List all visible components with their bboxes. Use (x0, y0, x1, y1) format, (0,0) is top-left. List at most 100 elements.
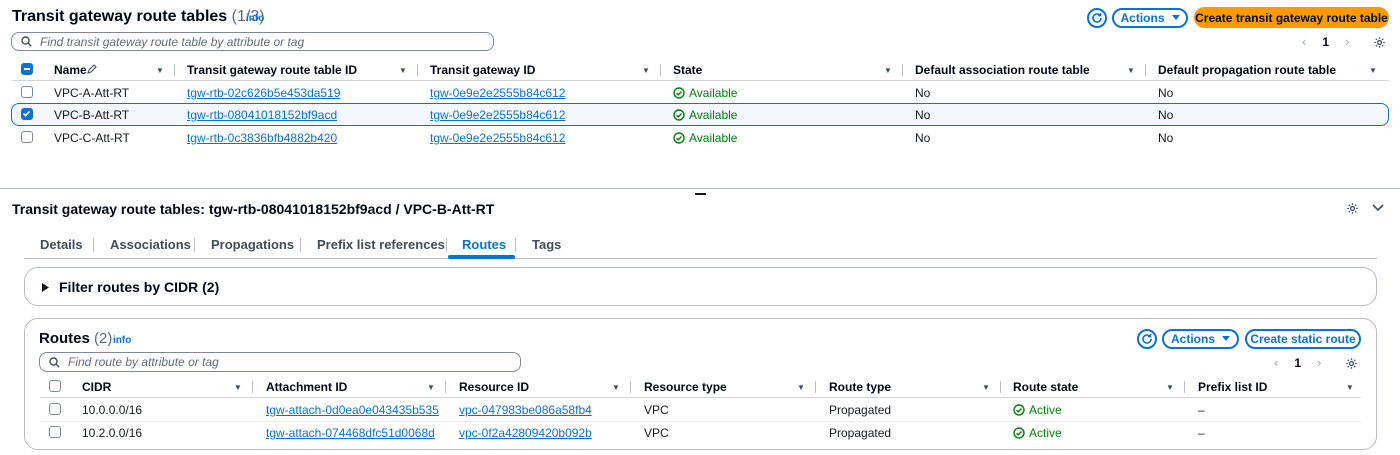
col-attachment-id[interactable]: Attachment ID (266, 380, 347, 394)
tgw-id-link[interactable]: tgw-0e9e2e2555b84c612 (430, 108, 565, 122)
sort-caret-icon[interactable]: ▼ (982, 383, 990, 392)
page-title-text: Transit gateway route tables (12, 8, 228, 25)
rt-id-link[interactable]: tgw-rtb-02c626b5e453da519 (187, 86, 340, 100)
chevron-down-icon[interactable] (1372, 204, 1384, 212)
tab-prefix-list-references[interactable]: Prefix list references (317, 237, 445, 252)
sort-caret-icon[interactable]: ▼ (399, 66, 407, 75)
page-title: Transit gateway route tables (1/3) (12, 8, 265, 26)
select-all-checkbox[interactable] (49, 380, 61, 392)
col-tgw-id[interactable]: Transit gateway ID (430, 63, 535, 77)
status-badge: Available (673, 86, 737, 100)
sort-caret-icon[interactable]: ▼ (612, 383, 620, 392)
row-checkbox[interactable] (21, 131, 33, 143)
prev-page-icon[interactable]: ‹ (1302, 34, 1306, 49)
status-text: Active (1029, 426, 1062, 440)
route-type-value: Propagated (829, 403, 892, 417)
assoc-value: No (915, 108, 931, 122)
sort-caret-icon[interactable]: ▼ (1346, 383, 1354, 392)
info-link[interactable]: info (113, 335, 131, 346)
table-row-name: VPC-B-Att-RT (54, 108, 130, 122)
col-route-state[interactable]: Route state (1013, 380, 1078, 394)
detail-title: Transit gateway route tables: tgw-rtb-08… (12, 201, 495, 217)
sort-caret-icon[interactable]: ▼ (884, 66, 892, 75)
actions-dropdown[interactable]: Actions (1112, 8, 1188, 28)
routes-title-text: Routes (39, 330, 90, 347)
tab-associations[interactable]: Associations (110, 237, 191, 252)
create-route-table-button[interactable]: Create transit gateway route table (1194, 7, 1389, 28)
caret-down-icon (1222, 336, 1230, 341)
col-state[interactable]: State (673, 63, 702, 77)
prefix-value: – (1198, 403, 1205, 417)
rt-id-link[interactable]: tgw-rtb-0c3836bfb4882b420 (187, 131, 337, 145)
actions-label: Actions (1120, 11, 1165, 25)
tgw-id-link[interactable]: tgw-0e9e2e2555b84c612 (430, 86, 565, 100)
resource-link[interactable]: vpc-0f2a42809420b092b (459, 426, 592, 440)
search-input[interactable]: Find transit gateway route table by attr… (11, 32, 494, 51)
attachment-link[interactable]: tgw-attach-074468dfc51d0068d (266, 426, 435, 440)
split-divider[interactable] (0, 188, 1400, 189)
col-resource-type[interactable]: Resource type (644, 380, 727, 394)
row-checkbox[interactable] (49, 403, 61, 415)
refresh-icon (1142, 334, 1152, 344)
col-rt-id[interactable]: Transit gateway route table ID (187, 63, 357, 77)
actions-dropdown[interactable]: Actions (1162, 329, 1239, 349)
route-type-value: Propagated (829, 426, 892, 440)
sort-caret-icon[interactable]: ▼ (797, 383, 805, 392)
col-default-prop[interactable]: Default propagation route table (1158, 63, 1336, 77)
page-number[interactable]: 1 (1322, 35, 1329, 49)
create-static-route-button[interactable]: Create static route (1245, 329, 1361, 349)
resource-link[interactable]: vpc-047983be086a58fb4 (459, 403, 592, 417)
select-all-checkbox[interactable] (21, 63, 33, 75)
tab-routes[interactable]: Routes (462, 237, 506, 252)
edit-icon (87, 64, 97, 74)
info-link[interactable]: info (246, 13, 264, 24)
drag-handle-icon[interactable] (695, 193, 706, 195)
row-checkbox[interactable] (21, 108, 33, 120)
table-row-name: VPC-A-Att-RT (54, 86, 130, 100)
sort-caret-icon[interactable]: ▼ (1166, 383, 1174, 392)
row-checkbox[interactable] (49, 426, 61, 438)
next-page-icon[interactable]: › (1317, 355, 1321, 370)
settings-icon[interactable] (1345, 357, 1358, 370)
sort-caret-icon[interactable]: ▼ (642, 66, 650, 75)
check-icon (22, 110, 31, 117)
pagination: ‹ 1 › (1302, 34, 1349, 49)
sort-caret-icon[interactable]: ▼ (1369, 66, 1377, 75)
tab-details[interactable]: Details (40, 237, 83, 252)
col-default-assoc[interactable]: Default association route table (915, 63, 1090, 77)
sort-caret-icon[interactable]: ▼ (1127, 66, 1135, 75)
route-search-input[interactable]: Find route by attribute or tag (39, 352, 521, 372)
settings-icon[interactable] (1373, 36, 1386, 49)
tgw-id-link[interactable]: tgw-0e9e2e2555b84c612 (430, 131, 565, 145)
filter-label: Filter routes by CIDR (2) (59, 279, 220, 295)
status-badge: Available (673, 108, 737, 122)
col-prefix-list-id[interactable]: Prefix list ID (1198, 380, 1267, 394)
prop-value: No (1158, 131, 1174, 145)
next-page-icon[interactable]: › (1345, 34, 1349, 49)
check-circle-icon (673, 132, 685, 144)
check-circle-icon (673, 87, 685, 99)
check-circle-icon (1013, 404, 1025, 416)
col-route-type[interactable]: Route type (829, 380, 891, 394)
col-resource-id[interactable]: Resource ID (459, 380, 529, 394)
col-name[interactable]: Name (54, 63, 87, 77)
filter-routes-expander[interactable]: Filter routes by CIDR (2) (24, 267, 1377, 306)
row-checkbox[interactable] (21, 86, 33, 98)
routes-count: (2) (94, 330, 113, 347)
sort-caret-icon[interactable]: ▼ (234, 383, 242, 392)
attachment-link[interactable]: tgw-attach-0d0ea0e043435b535 (266, 403, 439, 417)
refresh-button[interactable] (1137, 329, 1157, 349)
settings-icon[interactable] (1346, 202, 1359, 215)
sort-caret-icon[interactable]: ▼ (427, 383, 435, 392)
actions-label: Actions (1170, 332, 1215, 346)
refresh-button[interactable] (1087, 8, 1107, 28)
tab-tags[interactable]: Tags (532, 237, 561, 252)
page-number[interactable]: 1 (1294, 356, 1301, 370)
prev-page-icon[interactable]: ‹ (1274, 355, 1278, 370)
col-cidr[interactable]: CIDR (82, 380, 111, 394)
sort-caret-icon[interactable]: ▼ (156, 66, 164, 75)
rt-id-link[interactable]: tgw-rtb-08041018152bf9acd (187, 108, 337, 122)
cidr-value: 10.2.0.0/16 (82, 426, 143, 440)
tab-propagations[interactable]: Propagations (211, 237, 294, 252)
search-icon (49, 356, 60, 368)
